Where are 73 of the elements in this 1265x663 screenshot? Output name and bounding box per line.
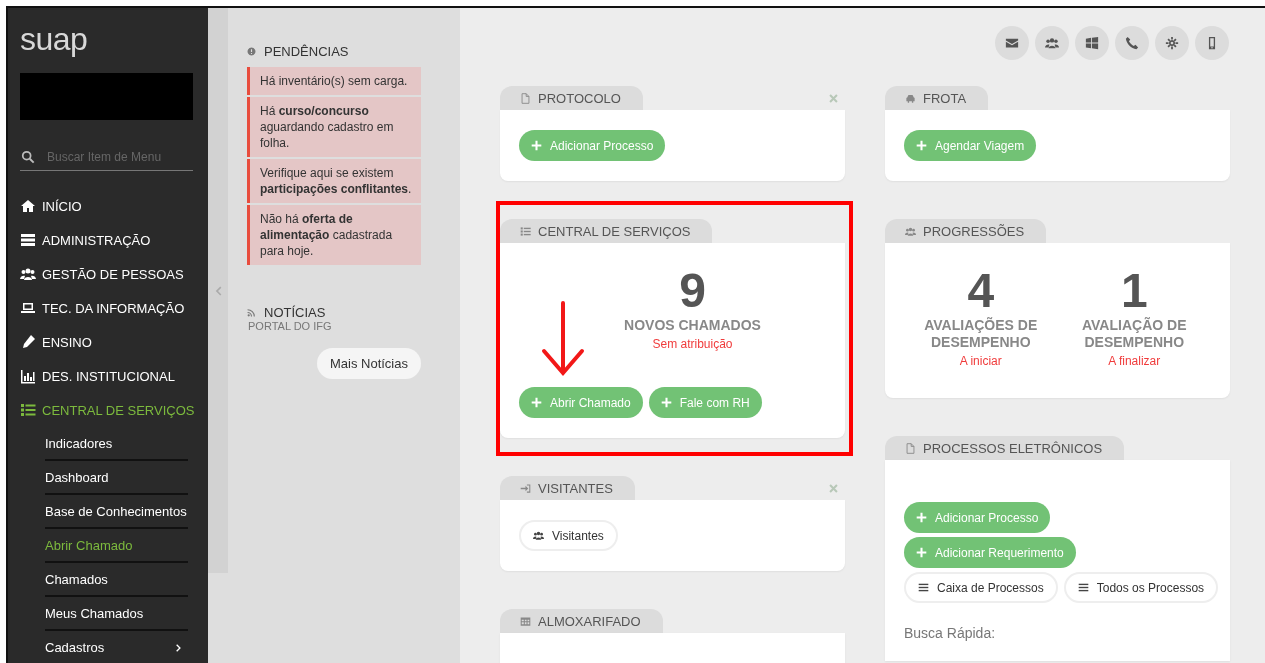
plus-icon [531,140,542,151]
submenu-item[interactable]: Dashboard [45,461,188,495]
stat-label: NOVOS CHAMADOS [624,317,761,334]
users-icon [533,530,544,541]
users-icon [20,266,36,282]
toolbar-button[interactable] [1155,26,1189,60]
plus-icon [531,397,542,408]
laptop-icon [20,300,36,316]
list-icon [520,225,531,237]
plus-icon [916,140,927,151]
menu-item[interactable]: DES. INSTITUCIONAL [20,359,196,393]
plus-icon [660,397,672,408]
toolbar-button[interactable] [1035,26,1069,60]
menu-icon [918,582,929,593]
toolbar-button[interactable] [1075,26,1109,60]
stat-number: 9 [679,265,706,317]
field-label: Busca Rápida: [904,625,997,641]
bar-chart-icon [20,368,36,384]
phone-icon [1125,36,1139,50]
toolbar-button[interactable] [995,26,1029,60]
envelope-icon [1005,36,1019,50]
submenu-item[interactable]: Abrir Chamado [45,529,188,563]
plus-icon [916,547,927,558]
submenu-item[interactable]: Indicadores [45,427,188,461]
menu-item[interactable]: TEC. DA INFORMAÇÃO [20,291,196,325]
plus-icon [916,512,927,523]
users-icon [905,225,916,237]
stat-label: AVALIAÇÕES DE DESEMPENHO [923,317,1039,351]
users-icon [1045,36,1059,50]
section-title: PENDÊNCIAS [264,44,349,59]
rss-icon [247,308,256,317]
toolbar-button[interactable] [1195,26,1229,60]
server-icon [20,232,36,248]
info-icon [247,47,256,56]
section-subtitle: PORTAL DO IFG [248,320,333,332]
submenu-item[interactable]: Meus Chamados [45,597,188,631]
menu-item[interactable]: CENTRAL DE SERVIÇOS [20,393,196,427]
stat-label: AVALIAÇÃO DE DESEMPENHO [1081,317,1188,351]
action-button[interactable]: Todos os Processos [1063,572,1219,603]
action-button[interactable]: Caixa de Processos [904,572,1058,603]
menu-item[interactable]: ADMINISTRAÇÃO [20,223,196,257]
search-field[interactable]: Buscar Item de Menu [47,150,187,164]
list-icon [20,402,36,418]
alert-item[interactable]: Há inventário(s) sem carga. [247,67,421,95]
alert-item[interactable]: Verifique aqui se existem participações conflitantes. [247,159,421,203]
menu-item[interactable]: GESTÃO DE PESSOAS [20,257,196,291]
stat-link[interactable]: Sem atribuição [652,337,733,351]
section-title: NOTÍCIAS [264,305,326,320]
toolbar-button[interactable] [1115,26,1149,60]
logo: suap [20,20,89,58]
stat-link[interactable]: A iniciar [959,354,1002,368]
document-icon [905,442,916,454]
menu-icon [1077,582,1089,593]
sign-in-icon [520,482,531,494]
submenu-item[interactable]: Cadastros [45,631,188,663]
submenu-item[interactable]: Base de Conhecimentos [45,495,188,529]
menu-item[interactable]: INÍCIO [20,189,196,223]
action-button[interactable]: Visitantes [519,520,618,551]
alert-item[interactable]: Não há oferta de alimentação cadastrada para hoje. [247,205,421,265]
settings-icon [1165,36,1179,50]
more-news-button[interactable]: Mais Notícias [316,348,421,379]
pencil-icon [20,334,36,350]
stat-number: 1 [1120,265,1148,317]
search-icon [21,150,35,164]
home-icon [20,198,36,214]
stat-number: 4 [967,265,995,317]
alert-item[interactable]: Há curso/concurso aguardando cadastro em folha. [247,97,421,157]
menu-item[interactable]: ENSINO [20,325,196,359]
windows-icon [1085,36,1099,50]
table-icon [520,615,531,627]
stat-link[interactable]: A finalizar [1108,354,1161,368]
submenu-item[interactable]: Chamados [45,563,188,597]
document-icon [520,92,531,104]
